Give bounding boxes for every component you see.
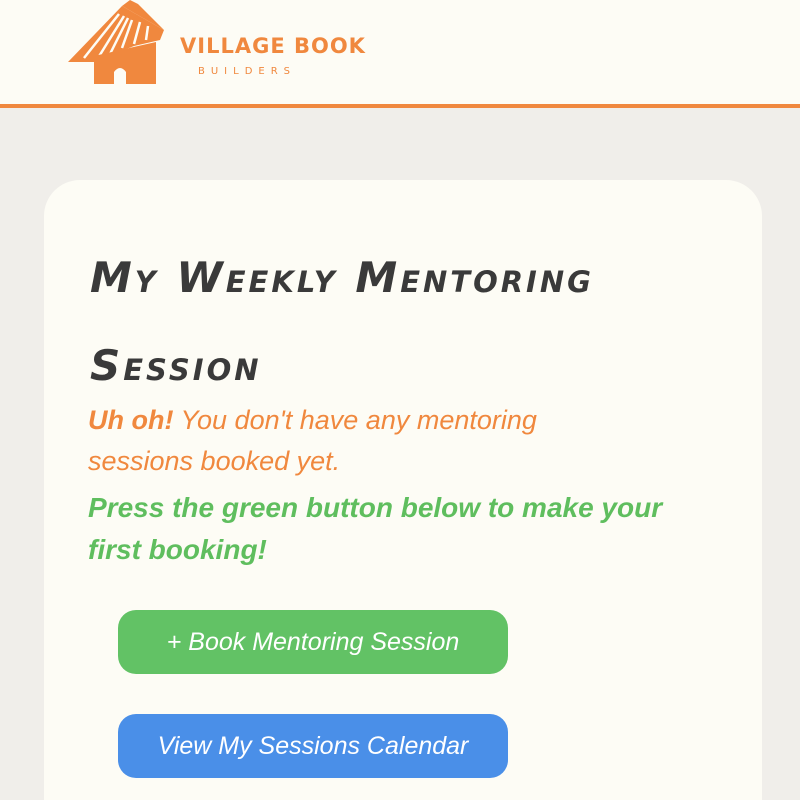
hut-icon xyxy=(68,0,164,84)
alert-bold-text: Uh oh! xyxy=(88,405,174,435)
brand-name: VILLAGE BOOK xyxy=(180,34,366,58)
book-session-button[interactable]: + Book Mentoring Session xyxy=(118,610,508,674)
brand-subtitle: BUILDERS xyxy=(198,66,297,77)
view-calendar-button[interactable]: View My Sessions Calendar xyxy=(118,714,508,778)
page-title: My Weekly Mentoring Session xyxy=(90,253,594,390)
mentoring-card: My Weekly Mentoring Session Uh oh! You d… xyxy=(44,180,762,800)
logo[interactable]: VILLAGE BOOK BUILDERS xyxy=(64,0,366,90)
no-sessions-message: Uh oh! You don't have any mentoring sess… xyxy=(88,400,648,482)
site-header: VILLAGE BOOK BUILDERS xyxy=(0,0,800,108)
booking-instruction: Press the green button below to make you… xyxy=(88,492,663,565)
